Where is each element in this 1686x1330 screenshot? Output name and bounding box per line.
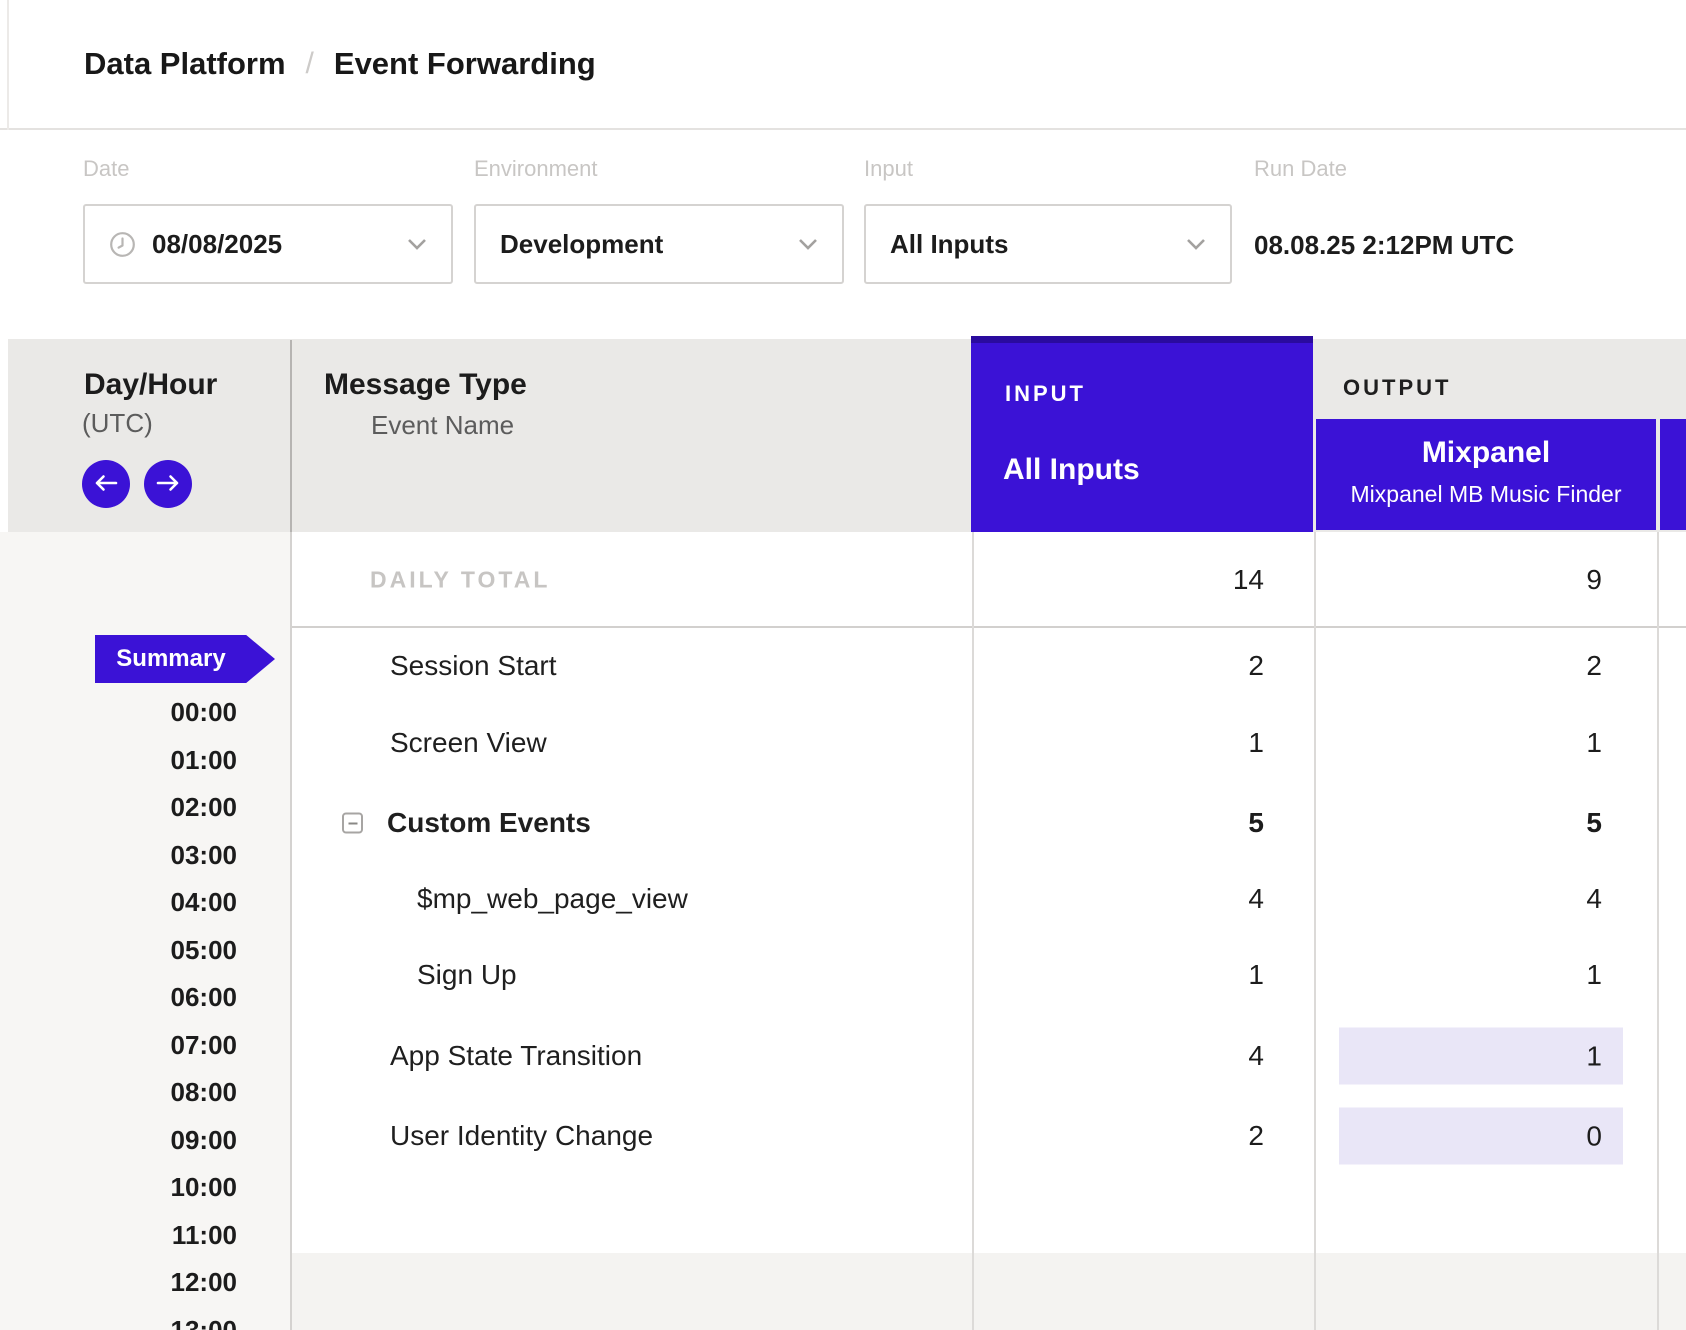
hour-row-10[interactable]: 10:00 xyxy=(171,1171,238,1203)
daily-total-label: DAILY TOTAL xyxy=(370,567,550,594)
collapse-icon[interactable] xyxy=(342,813,363,834)
output-count: 1 xyxy=(1586,727,1602,759)
hour-row-04[interactable]: 04:00 xyxy=(171,886,238,918)
next-output-column-header xyxy=(1660,419,1686,530)
input-section-label: INPUT xyxy=(1005,381,1086,407)
hour-row-02[interactable]: 02:00 xyxy=(171,791,238,823)
day-hour-timezone: (UTC) xyxy=(82,408,153,439)
event-name: App State Transition xyxy=(390,1040,642,1072)
hour-row-11[interactable]: 11:00 xyxy=(172,1219,237,1251)
hour-row-12[interactable]: 12:00 xyxy=(171,1266,238,1298)
environment-dropdown[interactable]: Development xyxy=(474,204,844,284)
run-date-label: Run Date xyxy=(1254,156,1347,182)
environment-value: Development xyxy=(500,229,663,260)
output-count: 1 xyxy=(1586,959,1602,991)
date-label: Date xyxy=(83,156,129,182)
daily-total-input-count: 14 xyxy=(1233,564,1264,596)
hour-row-00[interactable]: 00:00 xyxy=(171,696,238,728)
filter-bar: Date 08/08/2025 Environment Development … xyxy=(0,130,1686,339)
highlighted-output-cell: 1 xyxy=(1339,1028,1623,1085)
output-count: 0 xyxy=(1586,1120,1602,1152)
input-column-header[interactable]: INPUT All Inputs xyxy=(971,336,1313,532)
input-count: 1 xyxy=(1248,727,1264,759)
event-name: User Identity Change xyxy=(390,1120,653,1152)
output-section-label: OUTPUT xyxy=(1343,375,1451,401)
previous-day-button[interactable] xyxy=(82,460,130,508)
input-label: Input xyxy=(864,156,913,182)
rail-column-divider xyxy=(290,340,292,532)
hour-rail: Summary 00:00 01:00 02:00 03:00 04:00 05… xyxy=(0,532,290,1330)
top-bar: Data Platform / Event Forwarding xyxy=(0,0,1686,130)
daily-total-output-count: 9 xyxy=(1586,564,1602,596)
output-column-name: Mixpanel xyxy=(1316,436,1656,470)
event-forwarding-page: Data Platform / Event Forwarding Date 08… xyxy=(0,0,1686,1330)
breadcrumb-separator: / xyxy=(306,47,314,81)
hour-row-09[interactable]: 09:00 xyxy=(171,1124,238,1156)
event-name: Session Start xyxy=(390,650,557,682)
output-count: 1 xyxy=(1586,1040,1602,1072)
environment-label: Environment xyxy=(474,156,598,182)
message-type-header: Message Type xyxy=(324,368,527,402)
date-value: 08/08/2025 xyxy=(152,229,282,260)
input-count: 1 xyxy=(1248,959,1264,991)
breadcrumb-page: Event Forwarding xyxy=(334,46,596,82)
input-count: 2 xyxy=(1248,1120,1264,1152)
input-count: 4 xyxy=(1248,883,1264,915)
event-group-name: Custom Events xyxy=(387,807,591,839)
breadcrumb-section[interactable]: Data Platform xyxy=(84,46,286,82)
hour-row-13[interactable]: 13:00 xyxy=(171,1314,238,1330)
summary-row-selector[interactable]: Summary xyxy=(95,635,275,683)
run-date-value: 08.08.25 2:12PM UTC xyxy=(1254,230,1514,261)
highlighted-output-cell: 0 xyxy=(1339,1108,1623,1165)
input-value: All Inputs xyxy=(890,229,1008,260)
chevron-down-icon xyxy=(798,238,818,250)
output-column-subtitle: Mixpanel MB Music Finder xyxy=(1316,481,1656,508)
output-next-divider xyxy=(1657,532,1659,1330)
hour-row-06[interactable]: 06:00 xyxy=(171,981,238,1013)
hour-row-05[interactable]: 05:00 xyxy=(171,934,238,966)
hour-row-07[interactable]: 07:00 xyxy=(171,1029,238,1061)
input-count: 2 xyxy=(1248,650,1264,682)
event-name: $mp_web_page_view xyxy=(417,883,688,915)
input-count: 5 xyxy=(1248,807,1264,839)
event-name: Screen View xyxy=(390,727,547,759)
table-footer-area xyxy=(290,1253,1686,1330)
hour-row-08[interactable]: 08:00 xyxy=(171,1076,238,1108)
date-dropdown[interactable]: 08/08/2025 xyxy=(83,204,453,284)
band-left-margin xyxy=(0,339,8,532)
output-count: 4 xyxy=(1586,883,1602,915)
arrow-right-icon xyxy=(155,474,181,495)
hour-row-03[interactable]: 03:00 xyxy=(171,839,238,871)
input-output-divider xyxy=(1314,532,1316,1330)
next-day-button[interactable] xyxy=(144,460,192,508)
event-name: Sign Up xyxy=(417,959,517,991)
breadcrumb: Data Platform / Event Forwarding xyxy=(84,0,596,128)
rail-column-divider xyxy=(290,532,292,1330)
summary-label: Summary xyxy=(116,645,225,673)
input-count: 4 xyxy=(1248,1040,1264,1072)
clock-icon xyxy=(109,231,136,258)
hour-row-01[interactable]: 01:00 xyxy=(171,744,238,776)
day-hour-header: Day/Hour xyxy=(84,368,217,402)
event-name-subheader: Event Name xyxy=(371,410,514,441)
message-input-divider xyxy=(972,532,974,1330)
chevron-down-icon xyxy=(407,238,427,250)
input-column-name: All Inputs xyxy=(1003,453,1140,487)
output-count: 5 xyxy=(1586,807,1602,839)
arrow-left-icon xyxy=(93,474,119,495)
chevron-down-icon xyxy=(1186,238,1206,250)
input-dropdown[interactable]: All Inputs xyxy=(864,204,1232,284)
output-count: 2 xyxy=(1586,650,1602,682)
output-column-header-mixpanel[interactable]: Mixpanel Mixpanel MB Music Finder xyxy=(1316,419,1656,530)
